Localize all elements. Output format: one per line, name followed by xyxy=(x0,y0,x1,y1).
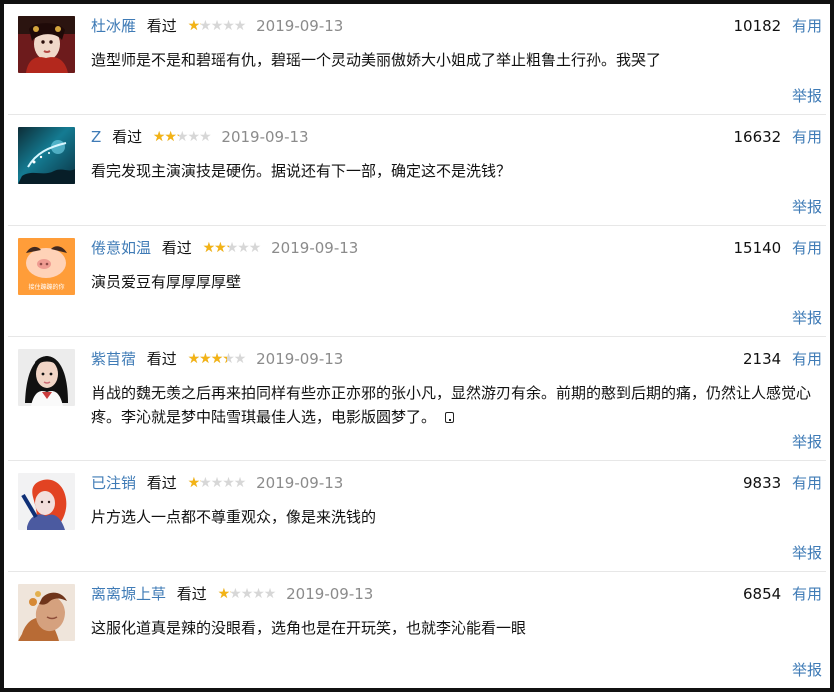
useful-count: 2134 xyxy=(743,350,782,368)
watched-label: 看过 xyxy=(176,585,207,603)
username-link[interactable]: 紫苜蓿 xyxy=(91,350,136,368)
comment-item: 离离塬上草 看过 ★★★★★ ★★★★★ 2019-09-13 6854 有用 … xyxy=(8,572,826,688)
period-costume-avatar[interactable] xyxy=(18,16,75,73)
rating-stars: ★★★★★ ★★★★★ xyxy=(217,583,277,605)
comment-item: 紫苜蓿 看过 ★★★★★ ★★★★★ 2019-09-13 2134 有用 肖战… xyxy=(8,337,826,461)
useful-button[interactable]: 有用 xyxy=(792,17,822,35)
username-link[interactable]: 已注销 xyxy=(91,474,136,492)
watched-label: 看过 xyxy=(146,350,177,368)
report-link[interactable]: 举报 xyxy=(792,659,822,681)
comment-text: 演员爱豆有厚厚厚厚壁 xyxy=(91,273,242,291)
filled-stars-icon: ★★★★★ xyxy=(187,18,201,34)
painted-figure-avatar-image xyxy=(18,584,75,641)
comment-text: 看完发现主演演技是硬伤。据说还有下一部，确定这不是洗钱？ xyxy=(91,162,512,180)
comment-meta: 杜冰雁 看过 ★★★★★ ★★★★★ 2019-09-13 xyxy=(91,15,343,37)
underwater-scene-avatar[interactable] xyxy=(18,127,75,184)
comment-meta: 离离塬上草 看过 ★★★★★ ★★★★★ 2019-09-13 xyxy=(91,583,373,605)
useful-votes: 10182 有用 xyxy=(733,15,822,37)
watched-label: 看过 xyxy=(146,17,177,35)
useful-votes: 9833 有用 xyxy=(743,472,822,494)
rating-stars: ★★★★★ ★★★★★ xyxy=(187,15,247,37)
comment-item: Z 看过 ★★★★★ ★★★★★ 2019-09-13 16632 有用 看完发… xyxy=(8,115,826,226)
comment-meta: Z 看过 ★★★★★ ★★★★★ 2019-09-13 xyxy=(91,126,309,148)
useful-votes: 2134 有用 xyxy=(743,348,822,370)
useful-votes: 15140 有用 xyxy=(733,237,822,259)
red-hair-avatar[interactable] xyxy=(18,473,75,530)
pig-avatar[interactable]: 接住蹦蹦的你 xyxy=(18,238,75,295)
filled-stars-icon: ★★★★★ xyxy=(217,586,231,602)
username-link[interactable]: 倦意如温 xyxy=(91,239,151,257)
girl-portrait-avatar[interactable] xyxy=(18,349,75,406)
comment-item: 接住蹦蹦的你 倦意如温 看过 ★★★★★ ★★★★★ 2019-09-13 15… xyxy=(8,226,826,337)
comment-text: 肖战的魏无羡之后再来拍同样有些亦正亦邪的张小凡，显然游刃有余。前期的憨到后期的痛… xyxy=(91,381,818,429)
report-link[interactable]: 举报 xyxy=(792,196,822,218)
watched-label: 看过 xyxy=(161,239,192,257)
comment-item: 已注销 看过 ★★★★★ ★★★★★ 2019-09-13 9833 有用 片方… xyxy=(8,461,826,572)
comment-meta: 已注销 看过 ★★★★★ ★★★★★ 2019-09-13 xyxy=(91,472,343,494)
report-link[interactable]: 举报 xyxy=(792,542,822,564)
rating-stars: ★★★★★ ★★★★★ xyxy=(202,237,262,259)
filled-stars-icon: ★★★★★ xyxy=(202,240,229,256)
report-link[interactable]: 举报 xyxy=(792,85,822,107)
girl-portrait-avatar-image xyxy=(18,349,75,406)
comment-date: 2019-09-13 xyxy=(256,350,344,368)
report-link[interactable]: 举报 xyxy=(792,307,822,329)
useful-button[interactable]: 有用 xyxy=(792,585,822,603)
report-link[interactable]: 举报 xyxy=(792,431,822,453)
comment-meta: 紫苜蓿 看过 ★★★★★ ★★★★★ 2019-09-13 xyxy=(91,348,343,370)
period-costume-avatar-image xyxy=(18,16,75,73)
useful-count: 6854 xyxy=(743,585,782,603)
comment-date: 2019-09-13 xyxy=(271,239,359,257)
painted-figure-avatar[interactable] xyxy=(18,584,75,641)
pig-avatar-image: 接住蹦蹦的你 xyxy=(18,238,75,295)
useful-button[interactable]: 有用 xyxy=(792,239,822,257)
username-link[interactable]: 杜冰雁 xyxy=(91,17,136,35)
comment-date: 2019-09-13 xyxy=(286,585,374,603)
rating-stars: ★★★★★ ★★★★★ xyxy=(187,472,247,494)
useful-votes: 16632 有用 xyxy=(733,126,822,148)
comment-meta: 倦意如温 看过 ★★★★★ ★★★★★ 2019-09-13 xyxy=(91,237,358,259)
useful-button[interactable]: 有用 xyxy=(792,474,822,492)
comment-item: 杜冰雁 看过 ★★★★★ ★★★★★ 2019-09-13 10182 有用 造… xyxy=(8,4,826,115)
useful-votes: 6854 有用 xyxy=(743,583,822,605)
filled-stars-icon: ★★★★★ xyxy=(152,129,179,145)
mobile-phone-icon xyxy=(444,412,454,423)
useful-button[interactable]: 有用 xyxy=(792,128,822,146)
comment-list-frame: 杜冰雁 看过 ★★★★★ ★★★★★ 2019-09-13 10182 有用 造… xyxy=(0,0,834,692)
useful-count: 15140 xyxy=(733,239,782,257)
rating-stars: ★★★★★ ★★★★★ xyxy=(152,126,212,148)
underwater-scene-avatar-image xyxy=(18,127,75,184)
useful-count: 9833 xyxy=(743,474,782,492)
comment-date: 2019-09-13 xyxy=(256,17,344,35)
useful-count: 10182 xyxy=(733,17,782,35)
comment-date: 2019-09-13 xyxy=(256,474,344,492)
filled-stars-icon: ★★★★★ xyxy=(187,475,201,491)
watched-label: 看过 xyxy=(146,474,177,492)
red-hair-avatar-image xyxy=(18,473,75,530)
useful-button[interactable]: 有用 xyxy=(792,350,822,368)
comment-text: 造型师是不是和碧瑶有仇，碧瑶一个灵动美丽傲娇大小姐成了举止粗鲁土行孙。我哭了 xyxy=(91,51,662,69)
comment-text: 这服化道真是辣的没眼看，选角也是在开玩笑，也就李沁能看一眼 xyxy=(91,619,527,637)
pig-avatar-caption: 接住蹦蹦的你 xyxy=(28,283,64,291)
rating-stars: ★★★★★ ★★★★★ xyxy=(187,348,247,370)
useful-count: 16632 xyxy=(733,128,782,146)
username-link[interactable]: Z xyxy=(91,128,101,146)
watched-label: 看过 xyxy=(112,128,143,146)
comment-date: 2019-09-13 xyxy=(221,128,309,146)
comment-text: 片方选人一点都不尊重观众，像是来洗钱的 xyxy=(91,508,377,526)
filled-stars-icon: ★★★★★ xyxy=(187,351,227,367)
username-link[interactable]: 离离塬上草 xyxy=(91,585,166,603)
